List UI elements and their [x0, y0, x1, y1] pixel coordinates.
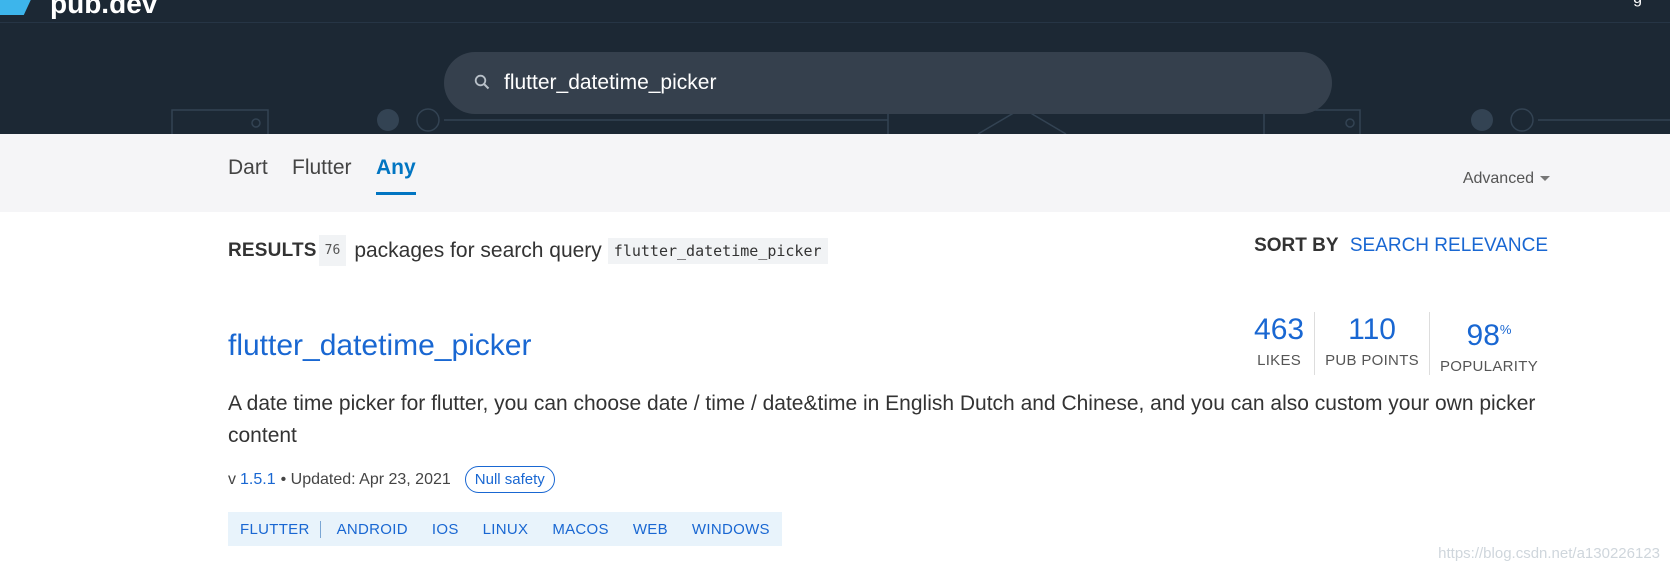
platform-tags: FLUTTER ANDROID IOS LINUX MACOS WEB WIND…: [228, 512, 782, 546]
search-input[interactable]: [504, 52, 1304, 114]
sort-label: SORT BY: [1254, 235, 1339, 256]
tab-dart[interactable]: Dart: [228, 156, 268, 192]
tag-web[interactable]: WEB: [621, 521, 680, 538]
metric-label: PUB POINTS: [1325, 352, 1419, 369]
likes-value: 463: [1254, 313, 1305, 346]
percent-sign: %: [1499, 322, 1512, 337]
tag-windows[interactable]: WINDOWS: [680, 521, 782, 538]
sdk-tabs-bar: Dart Flutter Any Advanced: [0, 134, 1670, 212]
package-metrics: 463 LIKES 110 PUB POINTS 98% POPULARITY: [1244, 312, 1548, 375]
tag-flutter[interactable]: FLUTTER: [228, 520, 321, 538]
null-safety-badge[interactable]: Null safety: [464, 466, 555, 493]
tag-macos[interactable]: MACOS: [540, 521, 621, 538]
search-icon: [474, 74, 490, 90]
package-meta: v 1.5.1 • Updated: Apr 23, 2021 Null saf…: [228, 466, 555, 493]
tab-any[interactable]: Any: [376, 156, 416, 195]
metric-pub-points[interactable]: 110 PUB POINTS: [1314, 312, 1429, 375]
metric-value: 463: [1254, 312, 1304, 348]
updated-date: • Updated: Apr 23, 2021: [280, 470, 451, 488]
sort-order-dropdown[interactable]: SEARCH RELEVANCE: [1350, 235, 1548, 256]
version-prefix: v: [228, 470, 236, 488]
advanced-filter-toggle[interactable]: Advanced: [1463, 170, 1550, 188]
results-query: flutter_datetime_picker: [607, 237, 828, 264]
tag-android[interactable]: ANDROID: [325, 521, 420, 538]
search-box[interactable]: [444, 52, 1332, 114]
popularity-value: 98: [1466, 319, 1500, 352]
logo-text: pub.dev: [50, 0, 158, 19]
metric-value: 110: [1325, 312, 1419, 348]
watermark: https://blog.csdn.net/a130226123: [1438, 545, 1660, 562]
package-description: A date time picker for flutter, you can …: [228, 392, 1536, 447]
site-logo[interactable]: pub.dev: [0, 0, 157, 18]
tag-ios[interactable]: IOS: [420, 521, 471, 538]
dart-logo-icon: [0, 0, 34, 15]
advanced-label: Advanced: [1462, 170, 1534, 187]
sign-in-link[interactable]: g: [1633, 0, 1642, 8]
results-count: 76: [318, 235, 347, 266]
metric-likes[interactable]: 463 LIKES: [1244, 312, 1314, 375]
sort-control: SORT BY SEARCH RELEVANCE: [1254, 235, 1548, 257]
results-summary: RESULTS 76 packages for search query flu…: [228, 235, 828, 266]
site-header: pub.dev g: [0, 0, 1670, 134]
metric-label: LIKES: [1257, 352, 1302, 369]
package-title-link[interactable]: flutter_datetime_picker: [228, 329, 532, 363]
version-link[interactable]: 1.5.1: [240, 471, 276, 489]
results-label: RESULTS: [228, 239, 317, 261]
tab-flutter[interactable]: Flutter: [292, 156, 352, 192]
top-navbar: pub.dev g: [0, 0, 1670, 23]
metric-value: 98%: [1440, 312, 1538, 354]
metric-label: POPULARITY: [1439, 358, 1538, 375]
metric-popularity[interactable]: 98% POPULARITY: [1428, 312, 1548, 375]
pub-points-value: 110: [1348, 313, 1396, 346]
results-text: packages for search query: [354, 238, 602, 262]
caret-down-icon: [1540, 176, 1550, 182]
tag-linux[interactable]: LINUX: [471, 521, 541, 538]
